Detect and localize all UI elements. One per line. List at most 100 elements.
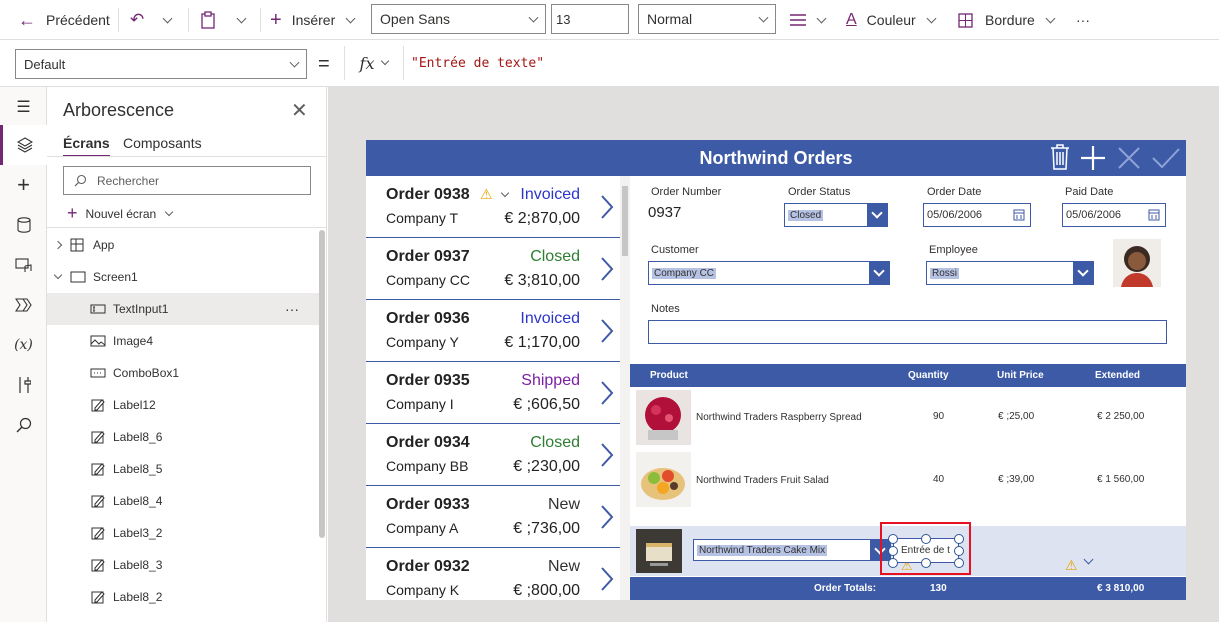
insert-button[interactable]: + Insérer (270, 0, 356, 40)
label-icon (91, 431, 105, 444)
search-icon[interactable] (0, 405, 47, 445)
add-icon[interactable] (1080, 145, 1106, 171)
notes-input[interactable] (648, 320, 1167, 344)
resize-handle[interactable] (954, 546, 964, 556)
tree-item-label8-4[interactable]: Label8_4 (47, 485, 319, 517)
chevron-down-icon (381, 56, 390, 66)
products-header: Product Quantity Unit Price Extended (630, 364, 1186, 387)
border-button[interactable]: Bordure (958, 0, 1056, 40)
chevron-down-icon (1073, 262, 1093, 284)
more-options-icon[interactable]: ··· (285, 301, 299, 317)
check-icon[interactable] (1152, 148, 1180, 168)
chevron-down-icon (164, 207, 174, 216)
paste-dropdown[interactable] (236, 0, 247, 40)
tree-item-label8-3[interactable]: Label8_3 (47, 549, 319, 581)
data-icon[interactable] (0, 205, 47, 245)
tree-scrollbar[interactable] (319, 230, 325, 538)
table-row[interactable]: Northwind Traders Fruit Salad 40 € ;39,0… (630, 449, 1186, 526)
app-icon (70, 238, 84, 252)
cancel-icon[interactable] (1118, 147, 1140, 169)
power-automate-icon[interactable] (0, 285, 47, 325)
order-amount: € 1;170,00 (504, 334, 580, 351)
tree-item-textinput1[interactable]: TextInput1 ··· (47, 293, 319, 325)
label-icon (91, 559, 105, 572)
back-button[interactable]: ← Précédent (18, 0, 110, 40)
chevron-right-icon[interactable] (600, 566, 614, 592)
list-item[interactable]: Order 0933 Company A New € ;736,00 (366, 486, 620, 548)
list-item[interactable]: Order 0934 Company BB Closed € ;230,00 (366, 424, 620, 486)
resize-handle[interactable] (888, 546, 898, 556)
chevron-right-icon[interactable] (600, 194, 614, 220)
tree-item-label8-5[interactable]: Label8_5 (47, 453, 319, 485)
tree-item-app[interactable]: App (47, 229, 319, 261)
formula-bar: Default = fx "Entrée de texte" (0, 41, 1219, 87)
chevron-right-icon[interactable] (600, 442, 614, 468)
employee-combobox[interactable]: Rossi (926, 261, 1094, 285)
align-button[interactable] (790, 0, 827, 40)
screen-icon (70, 271, 86, 283)
tree-item-label8-6[interactable]: Label8_6 (47, 421, 319, 453)
order-status-dropdown[interactable]: Closed (784, 203, 888, 227)
chevron-right-icon[interactable] (600, 504, 614, 530)
resize-handle[interactable] (954, 558, 964, 568)
formula-input[interactable]: "Entrée de texte" (405, 46, 1219, 80)
hamburger-menu-icon[interactable]: ☰ (0, 87, 47, 127)
trash-icon[interactable] (1050, 144, 1070, 170)
chevron-right-icon[interactable] (600, 318, 614, 344)
combobox-icon (90, 368, 106, 378)
paste-button[interactable] (200, 0, 216, 40)
list-item[interactable]: Order 0938 ⚠ Company T Invoiced € 2;870,… (366, 176, 620, 238)
tools-icon[interactable] (0, 365, 47, 405)
orders-gallery: Order 0938 ⚠ Company T Invoiced € 2;870,… (366, 176, 630, 600)
variables-icon[interactable]: (x) (0, 325, 47, 365)
font-weight-select[interactable]: Normal (638, 4, 776, 34)
plus-icon: + (270, 8, 282, 31)
more-options-button[interactable]: ··· (1076, 0, 1090, 40)
order-status: Shipped (521, 372, 580, 389)
close-icon[interactable]: ✕ (291, 98, 308, 123)
list-item[interactable]: Order 0935 Company I Shipped € ;606,50 (366, 362, 620, 424)
resize-handle[interactable] (954, 534, 964, 544)
tab-components[interactable]: Composants (123, 135, 202, 151)
tree-item-label12[interactable]: Label12 (47, 389, 319, 421)
tree-item-label3-2[interactable]: Label3_2 (47, 517, 319, 549)
list-item[interactable]: Order 0937 Company CC Closed € 3;810,00 (366, 238, 620, 300)
gallery-scrollbar[interactable] (620, 176, 630, 600)
property-select[interactable]: Default (15, 49, 307, 79)
customer-combobox[interactable]: Company CC (648, 261, 890, 285)
search-input[interactable]: Rechercher (63, 166, 311, 195)
resize-handle[interactable] (921, 534, 931, 544)
font-family-select[interactable]: Open Sans (371, 4, 546, 34)
tree-item-label8-2[interactable]: Label8_2 (47, 581, 319, 613)
insert-icon[interactable]: + (0, 165, 47, 205)
resize-handle[interactable] (888, 558, 898, 568)
chevron-right-icon[interactable] (600, 380, 614, 406)
paid-date-picker[interactable]: 05/06/2006 (1062, 203, 1166, 227)
list-item[interactable]: Order 0936 Company Y Invoiced € 1;170,00 (366, 300, 620, 362)
order-form: Order Number 0937 Order Status Closed Or… (630, 176, 1186, 362)
tree-item-image4[interactable]: Image4 (47, 325, 319, 357)
color-button[interactable]: A Couleur (846, 0, 937, 40)
order-status: Invoiced (520, 186, 580, 203)
resize-handle[interactable] (921, 558, 931, 568)
tab-screens[interactable]: Écrans (63, 135, 110, 157)
order-number-value: 0937 (648, 204, 682, 221)
undo-button[interactable]: ↶ (130, 0, 144, 40)
media-icon[interactable] (0, 245, 47, 285)
order-date-picker[interactable]: 05/06/2006 (923, 203, 1031, 227)
fx-button[interactable]: fx (344, 46, 404, 80)
tree-view-icon[interactable] (0, 125, 47, 165)
chevron-right-icon[interactable] (600, 256, 614, 282)
product-combobox[interactable]: Northwind Traders Cake Mix (693, 539, 891, 561)
warning-icon: ⚠ (1065, 557, 1078, 573)
order-amount: € ;606,50 (513, 396, 580, 413)
new-screen-button[interactable]: + Nouvel écran (67, 203, 174, 224)
table-row[interactable]: Northwind Traders Raspberry Spread 90 € … (630, 387, 1186, 449)
order-status: Closed (530, 248, 580, 265)
tree-item-combobox1[interactable]: ComboBox1 (47, 357, 319, 389)
undo-dropdown[interactable] (162, 0, 173, 40)
tree-item-screen1[interactable]: Screen1 (47, 261, 319, 293)
font-size-input[interactable]: 13 (551, 4, 629, 34)
list-item[interactable]: Order 0932 Company K New € ;800,00 (366, 548, 620, 600)
resize-handle[interactable] (888, 534, 898, 544)
